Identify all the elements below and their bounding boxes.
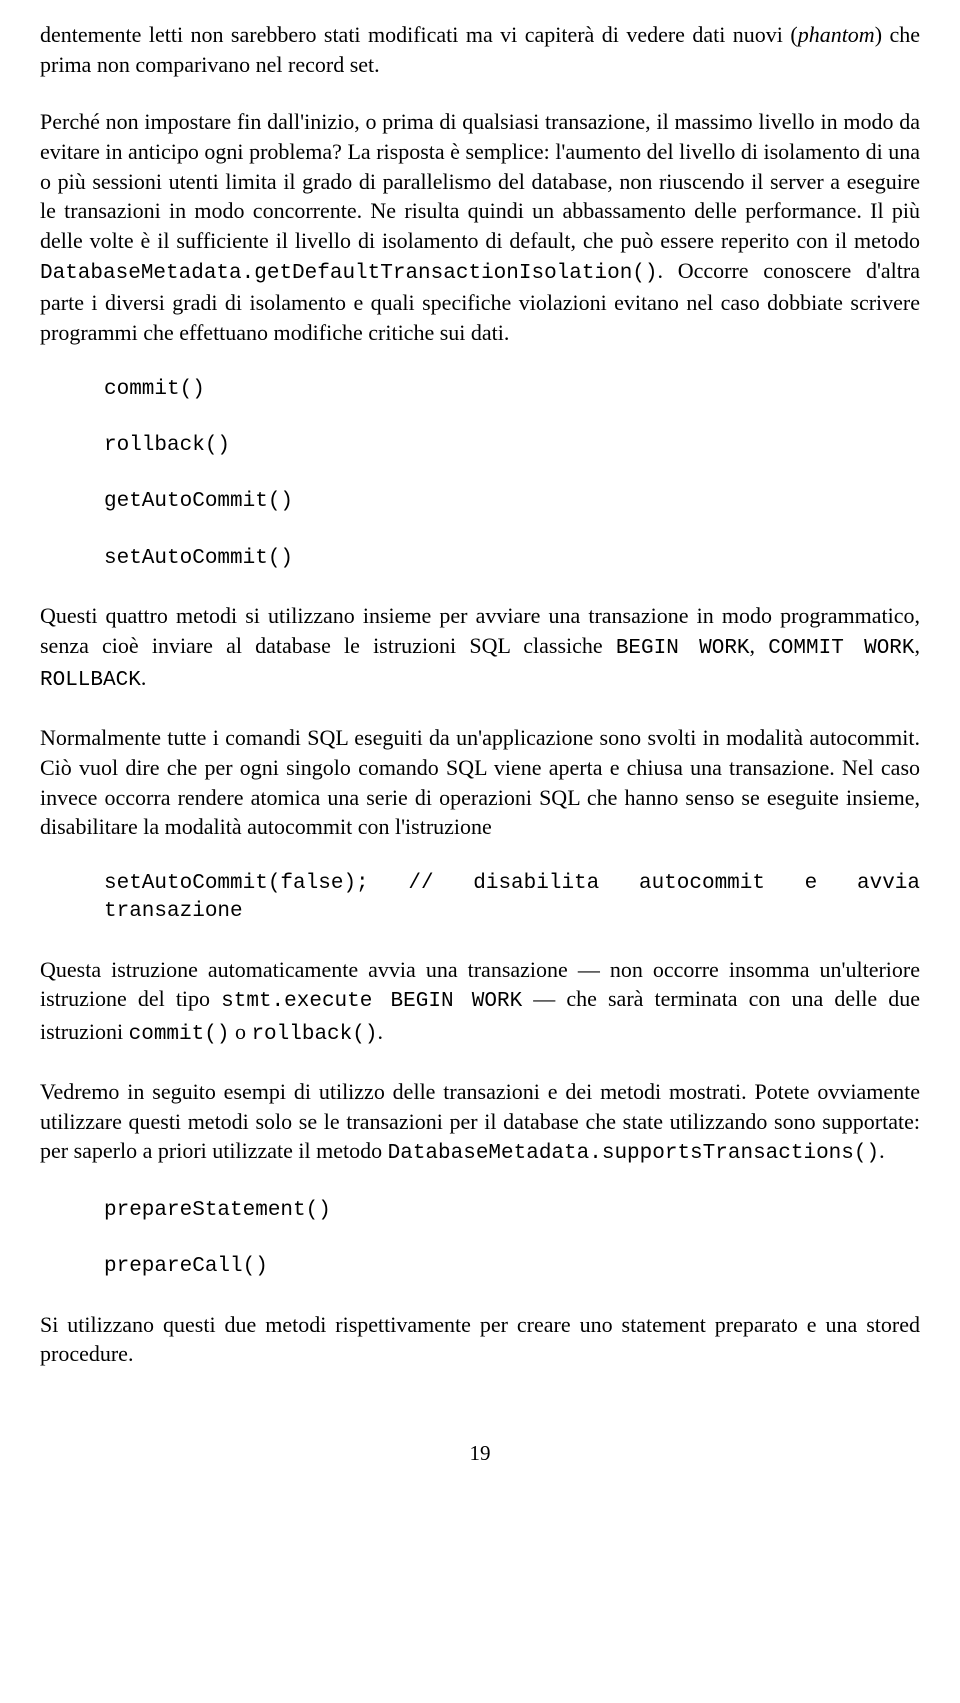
code-method: commit() [104,376,920,404]
code-method: prepareStatement() [104,1197,920,1225]
code-method: setAutoCommit() [104,545,920,573]
code-line-setautocommit: setAutoCommit(false); // disabilita auto… [40,870,920,927]
paragraph-prepared-statement: Si utilizzano questi due metodi rispetti… [40,1310,920,1369]
paragraph-four-methods: Questi quattro metodi si utilizzano insi… [40,601,920,695]
paragraph-supports-transactions: Vedremo in seguito esempi di utilizzo de… [40,1077,920,1169]
code-inline: stmt.execute BEGIN WORK [221,990,522,1013]
code-method: prepareCall() [104,1253,920,1281]
code-method: getAutoCommit() [104,488,920,516]
code-inline: DatabaseMetadata.supports­Transactions() [388,1142,879,1165]
code-inline: COMMIT WORK [768,637,914,660]
code-method: rollback() [104,432,920,460]
paragraph-autocommit: Normalmente tutte i comandi SQL eseguiti… [40,723,920,842]
code-inline: commit() [129,1023,230,1046]
code-inline: rollback() [251,1023,377,1046]
code-inline: DatabaseMetadata.getDefaultTransaction­I… [40,262,658,285]
paragraph-phantom: dentemente letti non sarebbero stati mod… [40,20,920,79]
code-method-list-1: commit() rollback() getAutoCommit() setA… [40,376,920,573]
code-method-list-2: prepareStatement() prepareCall() [40,1197,920,1282]
page-number: 19 [40,1439,920,1467]
code-inline: ROLLBACK [40,669,141,692]
paragraph-auto-transaction: Questa istruzione automaticamente avvia … [40,955,920,1049]
paragraph-isolation: Perché non impostare fin dall'inizio, o … [40,107,920,347]
code-inline: BEGIN WORK [616,637,750,660]
italic-term: phantom [798,22,875,47]
